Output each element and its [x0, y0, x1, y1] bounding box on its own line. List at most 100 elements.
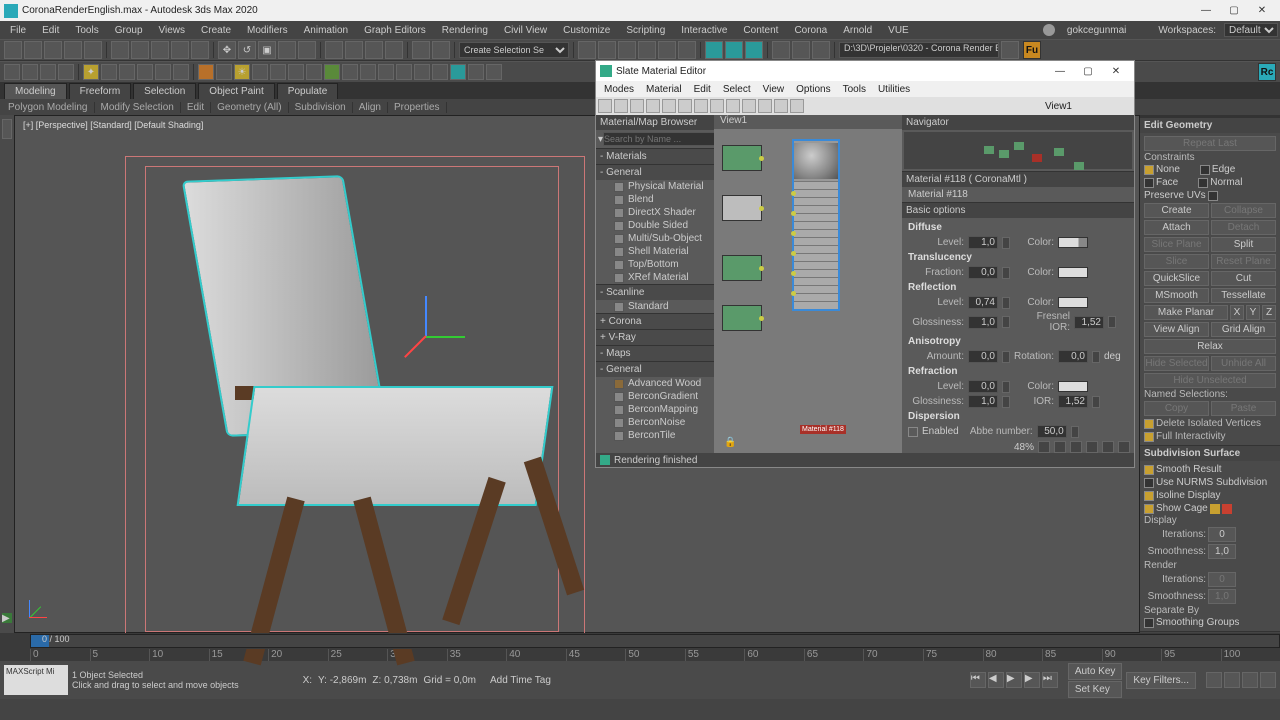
smoothres-check[interactable] — [1144, 465, 1154, 475]
t2-3[interactable] — [40, 64, 56, 80]
smenu-material[interactable]: Material — [640, 84, 688, 95]
workspace-select[interactable]: Default — [1224, 23, 1278, 37]
st-10[interactable] — [742, 99, 756, 113]
menu-vue[interactable]: VUE — [880, 25, 917, 36]
smgroups-check[interactable] — [1144, 618, 1154, 628]
path-button[interactable] — [1001, 41, 1019, 59]
grp-scanline[interactable]: - Scanline — [596, 284, 714, 300]
rollout-editgeom[interactable]: Edit Geometry — [1140, 117, 1280, 133]
iter-value[interactable]: 0 — [1208, 527, 1236, 542]
relax-button[interactable]: Relax — [1144, 339, 1276, 354]
cage-color-1[interactable] — [1210, 504, 1220, 514]
layers-button[interactable] — [618, 41, 636, 59]
node-view[interactable]: View1 Material #118 🔒 — [714, 115, 902, 453]
detach-button[interactable]: Detach — [1211, 220, 1276, 235]
browser-search-input[interactable] — [603, 132, 722, 146]
coord-x[interactable]: X: — [303, 675, 312, 686]
gridalign-button[interactable]: Grid Align — [1211, 322, 1276, 337]
t2-14[interactable] — [252, 64, 268, 80]
map-node-2[interactable] — [722, 195, 762, 221]
trans-color-swatch[interactable] — [1058, 267, 1088, 278]
grp-vray[interactable]: + V-Ray — [596, 329, 714, 345]
basic-options-header[interactable]: Basic options — [902, 202, 1134, 218]
r-iter-value[interactable]: 0 — [1208, 572, 1236, 587]
menu-scripting[interactable]: Scripting — [618, 25, 673, 36]
nav-orbit-button[interactable] — [1242, 672, 1258, 688]
material-node[interactable] — [792, 139, 840, 311]
maximize-button[interactable]: ▢ — [1220, 2, 1248, 20]
time-slider[interactable]: 0 / 100 — [0, 633, 1280, 649]
manage-layers-button[interactable] — [412, 41, 430, 59]
slate-min-button[interactable]: — — [1046, 62, 1074, 80]
select-name-button[interactable] — [131, 41, 149, 59]
rollout-subdiv[interactable]: Subdivision Surface — [1140, 445, 1280, 461]
render-frame-button[interactable] — [725, 41, 743, 59]
t2-8[interactable] — [137, 64, 153, 80]
smooth-value[interactable]: 1,0 — [1208, 544, 1236, 559]
refr-gloss-input[interactable]: 1,0 — [968, 395, 998, 408]
tab-selection[interactable]: Selection — [133, 83, 196, 99]
t2-18[interactable] — [324, 64, 340, 80]
smenu-select[interactable]: Select — [717, 84, 757, 95]
t2-24[interactable] — [432, 64, 448, 80]
collapse-button[interactable]: Collapse — [1211, 203, 1276, 218]
grp-general2[interactable]: - General — [596, 361, 714, 377]
t2-9[interactable] — [155, 64, 171, 80]
r-smooth-value[interactable]: 1,0 — [1208, 589, 1236, 604]
trans-fraction-input[interactable]: 0,0 — [968, 266, 998, 279]
quickslice-button[interactable]: QuickSlice — [1144, 271, 1209, 286]
align-button[interactable] — [598, 41, 616, 59]
t2-2[interactable] — [22, 64, 38, 80]
layer-explorer-button[interactable] — [432, 41, 450, 59]
fu-button[interactable]: Fu — [1023, 41, 1041, 59]
nurms-check[interactable] — [1144, 478, 1154, 488]
radio-edge[interactable] — [1200, 165, 1210, 175]
sub-props[interactable]: Properties — [388, 102, 447, 113]
scale-button[interactable]: ▣ — [258, 41, 276, 59]
close-button[interactable]: ✕ — [1248, 2, 1276, 20]
t2-27[interactable] — [486, 64, 502, 80]
grp-materials[interactable]: - Materials — [596, 148, 714, 164]
makeplanar-button[interactable]: Make Planar — [1144, 305, 1228, 320]
delete-iso-check[interactable] — [1144, 419, 1154, 429]
t2-23[interactable] — [414, 64, 430, 80]
t2-19[interactable] — [342, 64, 358, 80]
refl-color-swatch[interactable] — [1058, 297, 1088, 308]
render-setup-button[interactable] — [705, 41, 723, 59]
radio-none[interactable] — [1144, 165, 1154, 175]
menu-modifiers[interactable]: Modifiers — [239, 25, 296, 36]
st-12[interactable] — [774, 99, 788, 113]
percent-snap-button[interactable] — [365, 41, 383, 59]
undo-button[interactable] — [4, 41, 22, 59]
t2-1[interactable] — [4, 64, 20, 80]
sliceplane-button[interactable]: Slice Plane — [1144, 237, 1209, 252]
viewport-layout-button[interactable] — [2, 119, 12, 139]
smenu-modes[interactable]: Modes — [598, 84, 640, 95]
sub-subd[interactable]: Subdivision — [289, 102, 353, 113]
slate-view-tab[interactable]: View1 — [985, 101, 1132, 112]
menu-customize[interactable]: Customize — [555, 25, 618, 36]
st-13[interactable] — [790, 99, 804, 113]
slice-button[interactable]: Slice — [1144, 254, 1209, 269]
map-node-4[interactable] — [722, 305, 762, 331]
select-filter-button[interactable] — [191, 41, 209, 59]
smenu-view[interactable]: View — [757, 84, 791, 95]
create-button[interactable]: Create — [1144, 203, 1209, 218]
nav-max-button[interactable] — [1260, 672, 1276, 688]
rotate-button[interactable]: ↺ — [238, 41, 256, 59]
keyfilters-button[interactable]: Key Filters... — [1126, 672, 1196, 689]
material-node-selected[interactable]: Material #118 — [800, 425, 846, 434]
abbe-input[interactable]: 50,0 — [1037, 425, 1067, 438]
isoline-check[interactable] — [1144, 491, 1154, 501]
t2-4[interactable] — [58, 64, 74, 80]
pf-2[interactable] — [1054, 441, 1066, 453]
tab-modeling[interactable]: Modeling — [4, 83, 67, 99]
viewalign-button[interactable]: View Align — [1144, 322, 1209, 337]
t2-6[interactable] — [101, 64, 117, 80]
menu-arnold[interactable]: Arnold — [835, 25, 880, 36]
menu-create[interactable]: Create — [193, 25, 239, 36]
refr-color-swatch[interactable] — [1058, 381, 1088, 392]
st-4[interactable] — [646, 99, 660, 113]
full-int-check[interactable] — [1144, 432, 1154, 442]
sub-poly[interactable]: Polygon Modeling — [2, 102, 95, 113]
